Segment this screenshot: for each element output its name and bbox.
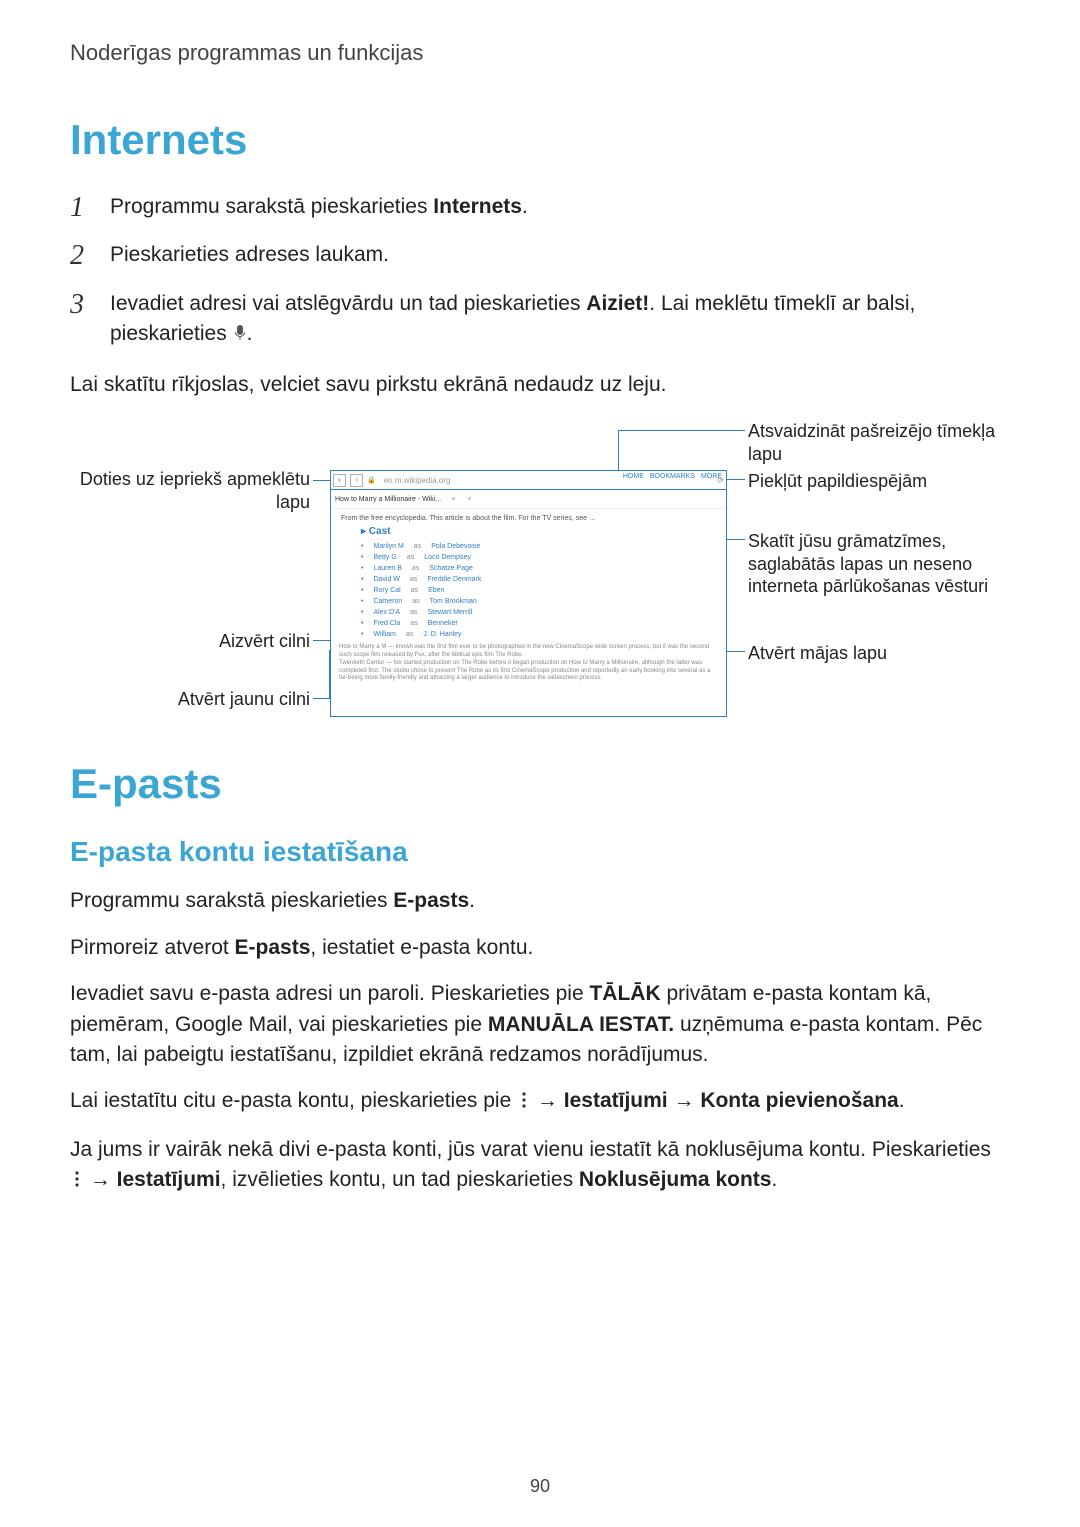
- step-1: Programmu sarakstā pieskarieties Interne…: [70, 192, 1010, 222]
- tab-home: HOME: [623, 473, 644, 480]
- epasts-p2: Pirmoreiz atverot E-pasts, iestatiet e-p…: [70, 933, 1010, 963]
- step-3-text-d: .: [247, 322, 253, 345]
- mic-icon: [233, 321, 247, 351]
- epasts-p5: Ja jums ir vairāk nekā divi e-pasta kont…: [70, 1135, 1010, 1198]
- page-number: 90: [0, 1476, 1080, 1497]
- tab-new-icon: +: [464, 496, 474, 503]
- tab-bookmarks: BOOKMARKS: [650, 473, 695, 480]
- step-1-text-a: Programmu sarakstā pieskarieties: [110, 195, 433, 218]
- epasts-p4: Lai iestatītu citu e-pasta kontu, pieska…: [70, 1086, 1010, 1118]
- more-icon: [517, 1088, 531, 1118]
- heading-internets: Internets: [70, 116, 1010, 164]
- label-close-tab: Aizvērt cilni: [70, 630, 310, 653]
- more-icon: [70, 1167, 84, 1197]
- label-home: Atvērt mājas lapu: [748, 642, 1008, 665]
- nav-back-icon: ‹: [333, 474, 346, 487]
- label-bookmarks: Skatīt jūsu grāmatzīmes, saglabātās lapa…: [748, 530, 1008, 598]
- subheading-epasts: E-pasta kontu iestatīšana: [70, 836, 1010, 868]
- step-3-text-a: Ievadiet adresi vai atslēgvārdu un tad p…: [110, 292, 586, 315]
- step-1-bold: Internets: [433, 195, 522, 218]
- step-3: Ievadiet adresi vai atslēgvārdu un tad p…: [70, 289, 1010, 352]
- epasts-p3: Ievadiet savu e-pasta adresi un paroli. …: [70, 979, 1010, 1070]
- steps-list: Programmu sarakstā pieskarieties Interne…: [70, 192, 1010, 352]
- nav-forward-icon: ›: [350, 474, 363, 487]
- tab-close-icon: ×: [448, 496, 458, 503]
- label-options: Piekļūt papildiespējām: [748, 470, 1008, 493]
- label-new-tab: Atvērt jaunu cilni: [70, 688, 310, 711]
- scroll-hint: Lai skatītu rīkjoslas, velciet savu pirk…: [70, 370, 1010, 400]
- step-1-text-c: .: [522, 195, 528, 218]
- section-header: Noderīgas programmas un funkcijas: [70, 40, 1010, 66]
- browser-diagram: Doties uz iepriekš apmeklētu lapu Aizvēr…: [70, 420, 1010, 730]
- epasts-p1: Programmu sarakstā pieskarieties E-pasts…: [70, 886, 1010, 916]
- label-back: Doties uz iepriekš apmeklētu lapu: [70, 468, 310, 513]
- step-2: Pieskarieties adreses laukam.: [70, 240, 1010, 270]
- step-3-bold: Aiziet!: [586, 292, 649, 315]
- tab-more: MORE: [701, 473, 722, 480]
- heading-epasts: E-pasts: [70, 760, 1010, 808]
- browser-screenshot: ‹ › 🔒 en.m.wikipedia.org ⟳ HOME BOOKMARK…: [330, 470, 727, 717]
- label-refresh: Atsvaidzināt pašreizējo tīmekļa lapu: [748, 420, 1008, 465]
